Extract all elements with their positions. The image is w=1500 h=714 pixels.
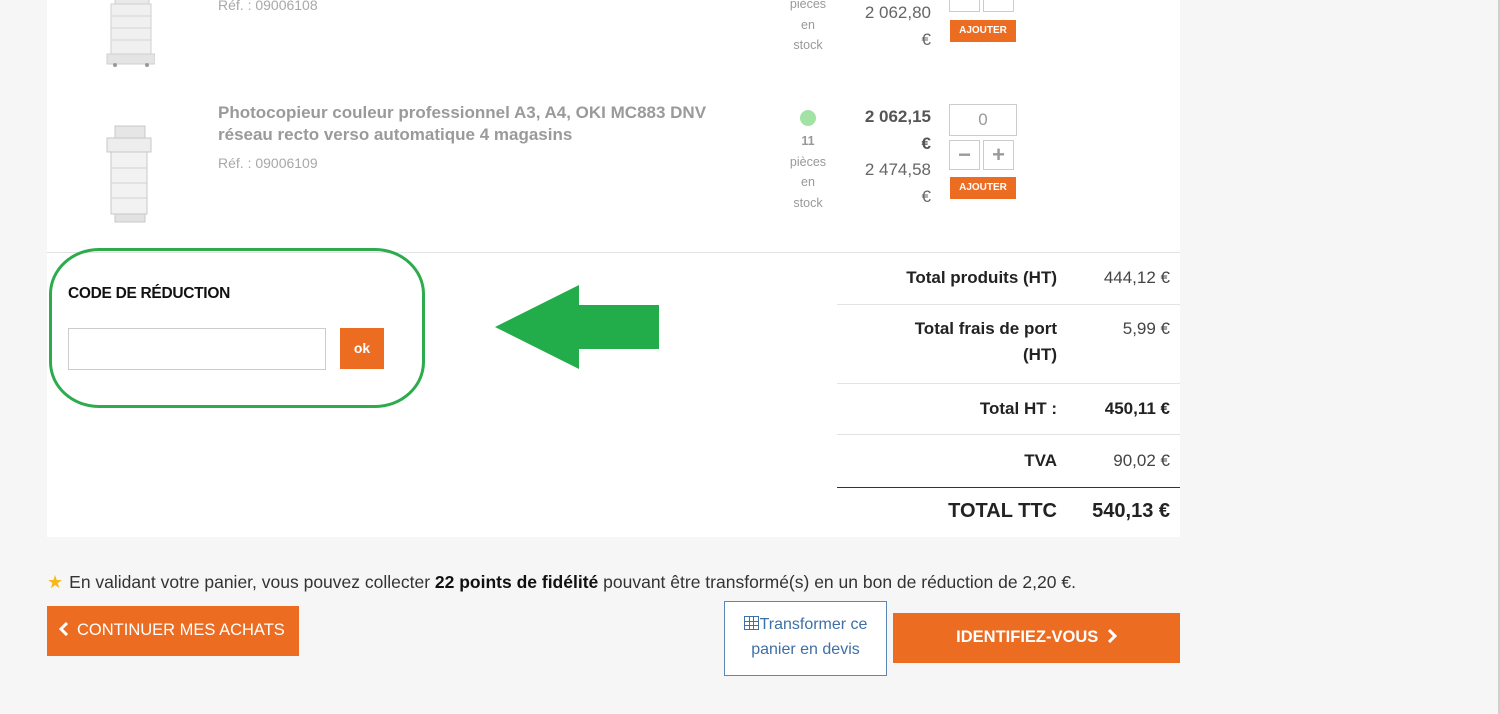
totals-row-total-ht: Total HT : 450,11 €	[837, 384, 1180, 435]
chevron-right-icon	[1107, 628, 1117, 644]
product-reference: Réf. : 09006108	[218, 0, 318, 13]
quantity-input[interactable]: 0	[949, 104, 1017, 136]
calculator-icon	[743, 616, 759, 630]
stock-info: pièces en stock	[789, 0, 827, 52]
add-to-cart-button[interactable]: AJOUTER	[950, 177, 1016, 199]
product-price: 2 062,15 € 2 474,58 €	[864, 107, 931, 206]
totals-row-total-ttc: TOTAL TTC 540,13 €	[837, 487, 1180, 535]
quantity-plus-button[interactable]	[983, 0, 1014, 12]
printer-image	[106, 125, 152, 223]
cart-card: Réf. : 09006108 pièces en stock 2 062,80…	[47, 0, 1180, 537]
product-reference: Réf. : 09006109	[218, 155, 318, 171]
product-title[interactable]: Photocopieur couleur professionnel A3, A…	[218, 102, 758, 146]
quantity-minus-button[interactable]: −	[949, 140, 980, 170]
highlight-ellipse	[49, 248, 425, 408]
totals-row-shipping: Total frais de port (HT) 5,99 €	[837, 305, 1180, 384]
totals-row-tva: TVA 90,02 €	[1024, 451, 1170, 470]
totals-table: Total produits (HT) 444,12 € Total frais…	[837, 253, 1180, 535]
totals-row-products: Total produits (HT) 444,12 €	[837, 253, 1180, 305]
star-icon: ★	[47, 572, 64, 592]
quantity-plus-button[interactable]: +	[983, 140, 1014, 170]
stock-info: 11 pièces en stock	[789, 134, 827, 210]
product-price: 2 062,80 €	[864, 3, 931, 49]
convert-to-quote-button[interactable]: Transformer ce panier en devis	[724, 601, 887, 676]
continue-shopping-button[interactable]: CONTINUER MES ACHATS	[47, 606, 299, 656]
stock-status-dot	[800, 110, 816, 126]
printer-image	[106, 0, 155, 67]
add-to-cart-button[interactable]: AJOUTER	[950, 20, 1016, 42]
chevron-left-icon	[58, 621, 69, 637]
arrow-left-icon	[495, 285, 659, 369]
identify-button[interactable]: IDENTIFIEZ-VOUS	[893, 613, 1180, 663]
loyalty-message: ★ En validant votre panier, vous pouvez c…	[47, 572, 1076, 592]
quantity-minus-button[interactable]	[949, 0, 980, 12]
